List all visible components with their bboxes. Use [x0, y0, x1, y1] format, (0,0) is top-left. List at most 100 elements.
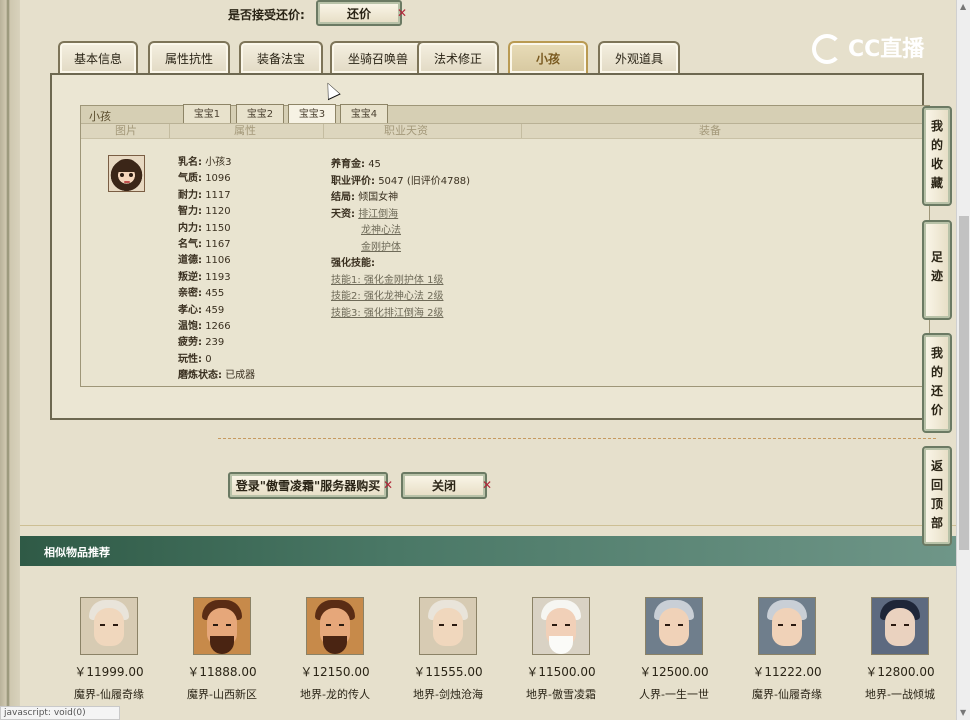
- baby-tab-1[interactable]: 宝宝1: [183, 104, 231, 123]
- section-divider: [20, 525, 956, 526]
- attr-row: 磨炼状态: 已成器: [178, 368, 255, 384]
- side-nav-favorites[interactable]: 我的收藏: [922, 106, 952, 206]
- talent-link[interactable]: 龙神心法: [361, 225, 401, 236]
- similar-item-card[interactable]: ￥11222.00 魔界-仙履奇缘: [732, 597, 842, 702]
- portrait-beard: [323, 636, 347, 654]
- scroll-down-icon[interactable]: ▼: [960, 708, 966, 717]
- tab-child[interactable]: 小孩: [508, 41, 588, 73]
- cc-logo-icon: [812, 34, 842, 64]
- side-nav-back-to-top[interactable]: 返回顶部: [922, 446, 952, 546]
- tab-spell-correction[interactable]: 法术修正: [417, 41, 499, 73]
- baby-tab-4[interactable]: 宝宝4: [340, 104, 388, 123]
- portrait-eye: [129, 173, 133, 177]
- scroll-up-icon[interactable]: ▲: [960, 2, 966, 11]
- attr-row: 孝心: 459: [178, 303, 255, 319]
- skill-link[interactable]: 技能3: 强化排江倒海 2级: [331, 308, 443, 319]
- similar-item-card[interactable]: ￥12800.00 地界-一战倾城: [845, 597, 955, 702]
- skills-row: 强化技能:: [331, 254, 375, 269]
- side-nav-footprints[interactable]: 足迹: [922, 220, 952, 320]
- item-server[interactable]: 地界-龙的传人: [280, 686, 390, 702]
- character-portrait[interactable]: [80, 597, 138, 655]
- ending-label: 结局:: [331, 192, 355, 203]
- attr-value: 1096: [205, 173, 231, 185]
- tab-appearance-items[interactable]: 外观道具: [598, 41, 680, 73]
- tab-label: 法术修正: [433, 52, 482, 66]
- left-frame-border: [0, 0, 20, 720]
- talent-link[interactable]: 金刚护体: [361, 242, 401, 253]
- item-price: ￥11999.00: [74, 665, 144, 679]
- login-buy-button[interactable]: 登录"傲雪凌霜"服务器购买 ✕: [228, 472, 393, 499]
- character-portrait[interactable]: [193, 597, 251, 655]
- talent-link[interactable]: 排江倒海: [358, 209, 398, 220]
- character-portrait[interactable]: [645, 597, 703, 655]
- character-portrait[interactable]: [758, 597, 816, 655]
- attr-value: 1120: [205, 206, 231, 218]
- attr-value: 1266: [205, 320, 231, 332]
- attr-key: 叛逆:: [178, 271, 202, 283]
- character-portrait[interactable]: [306, 597, 364, 655]
- tab-label: 坐骑召唤兽: [347, 52, 408, 66]
- tab-attribute-resistance[interactable]: 属性抗性: [148, 41, 230, 73]
- item-server[interactable]: 魔界-仙履奇缘: [732, 686, 842, 702]
- column-header-row: 图片 属性 职业天资 装备: [81, 124, 929, 139]
- child-box-title: 小孩: [89, 110, 111, 123]
- tab-basic-info[interactable]: 基本信息: [58, 41, 138, 73]
- skill-link[interactable]: 技能1: 强化金刚护体 1级: [331, 275, 443, 286]
- attr-value: 455: [205, 288, 225, 300]
- similar-item-card[interactable]: ￥12150.00 地界-龙的传人: [280, 597, 390, 702]
- similar-item-card[interactable]: ￥12500.00 人界-一生一世: [619, 597, 729, 702]
- similar-item-card[interactable]: ￥11555.00 地界-剑烛沧海: [393, 597, 503, 702]
- side-nav-label: 我的还价: [930, 346, 943, 417]
- portrait-eye: [452, 624, 457, 626]
- item-server[interactable]: 地界-一战倾城: [845, 686, 955, 702]
- side-nav-my-bargains[interactable]: 我的还价: [922, 333, 952, 433]
- baby-tab-3[interactable]: 宝宝3: [288, 104, 336, 123]
- tab-label: 属性抗性: [164, 52, 213, 66]
- similar-items-title: 相似物品推荐: [44, 546, 110, 559]
- close-button[interactable]: 关闭 ✕: [401, 472, 492, 499]
- similar-item-card[interactable]: ￥11500.00 地界-傲雪凌霜: [506, 597, 616, 702]
- skill-row: 技能3: 强化排江倒海 2级: [331, 304, 443, 319]
- child-info-panel: 小孩 宝宝1 宝宝2 宝宝3 宝宝4 图片 属性 职业天资 装备 乳名: 小孩3…: [50, 73, 930, 420]
- side-nav-label: 足迹: [930, 250, 943, 283]
- character-portrait[interactable]: [871, 597, 929, 655]
- vertical-scrollbar[interactable]: ▲ ▼: [956, 0, 970, 720]
- portrait-face: [94, 608, 124, 646]
- close-x-icon: ✕: [396, 6, 407, 20]
- character-portrait[interactable]: [419, 597, 477, 655]
- column-divider: [323, 124, 324, 138]
- bargain-label: 是否接受还价:: [228, 8, 305, 22]
- item-server[interactable]: 人界-一生一世: [619, 686, 729, 702]
- attribute-list: 乳名: 小孩3 气质: 1096 耐力: 1117 智力: 1120 内力: 1…: [178, 155, 255, 384]
- column-divider: [521, 124, 522, 138]
- bargain-button[interactable]: 还价 ✕: [316, 0, 407, 26]
- eval-value: 5047 (旧评价4788): [378, 175, 471, 187]
- skill-link[interactable]: 技能2: 强化龙神心法 2级: [331, 291, 443, 302]
- portrait-beard: [549, 636, 573, 654]
- attr-value: 1106: [205, 255, 231, 267]
- attr-key: 内力:: [178, 222, 202, 234]
- baby-tab-2[interactable]: 宝宝2: [236, 104, 284, 123]
- attr-value: 459: [205, 304, 225, 316]
- tab-label: 小孩: [535, 52, 560, 66]
- portrait-beard: [210, 636, 234, 654]
- item-server[interactable]: 地界-剑烛沧海: [393, 686, 503, 702]
- fund-row: 养育金: 45: [331, 155, 381, 170]
- talent-row: 龙神心法: [361, 221, 401, 236]
- character-portrait[interactable]: [532, 597, 590, 655]
- portrait-mouth: [124, 181, 130, 183]
- similar-item-card[interactable]: ￥11888.00 魔界-山西新区: [167, 597, 277, 702]
- talent-row: 天资: 排江倒海: [331, 205, 398, 220]
- item-server[interactable]: 魔界-仙履奇缘: [54, 686, 164, 702]
- tab-label: 基本信息: [73, 52, 122, 66]
- dashed-divider: [218, 438, 936, 439]
- portrait-eye: [120, 173, 124, 177]
- item-server[interactable]: 魔界-山西新区: [167, 686, 277, 702]
- tab-mounts-summons[interactable]: 坐骑召唤兽: [330, 41, 426, 73]
- portrait-eye: [339, 624, 344, 626]
- item-server[interactable]: 地界-傲雪凌霜: [506, 686, 616, 702]
- scrollbar-thumb[interactable]: [959, 216, 969, 550]
- tab-equipment[interactable]: 装备法宝: [239, 41, 323, 73]
- similar-item-card[interactable]: ￥11999.00 魔界-仙履奇缘: [54, 597, 164, 702]
- portrait-eye: [778, 624, 783, 626]
